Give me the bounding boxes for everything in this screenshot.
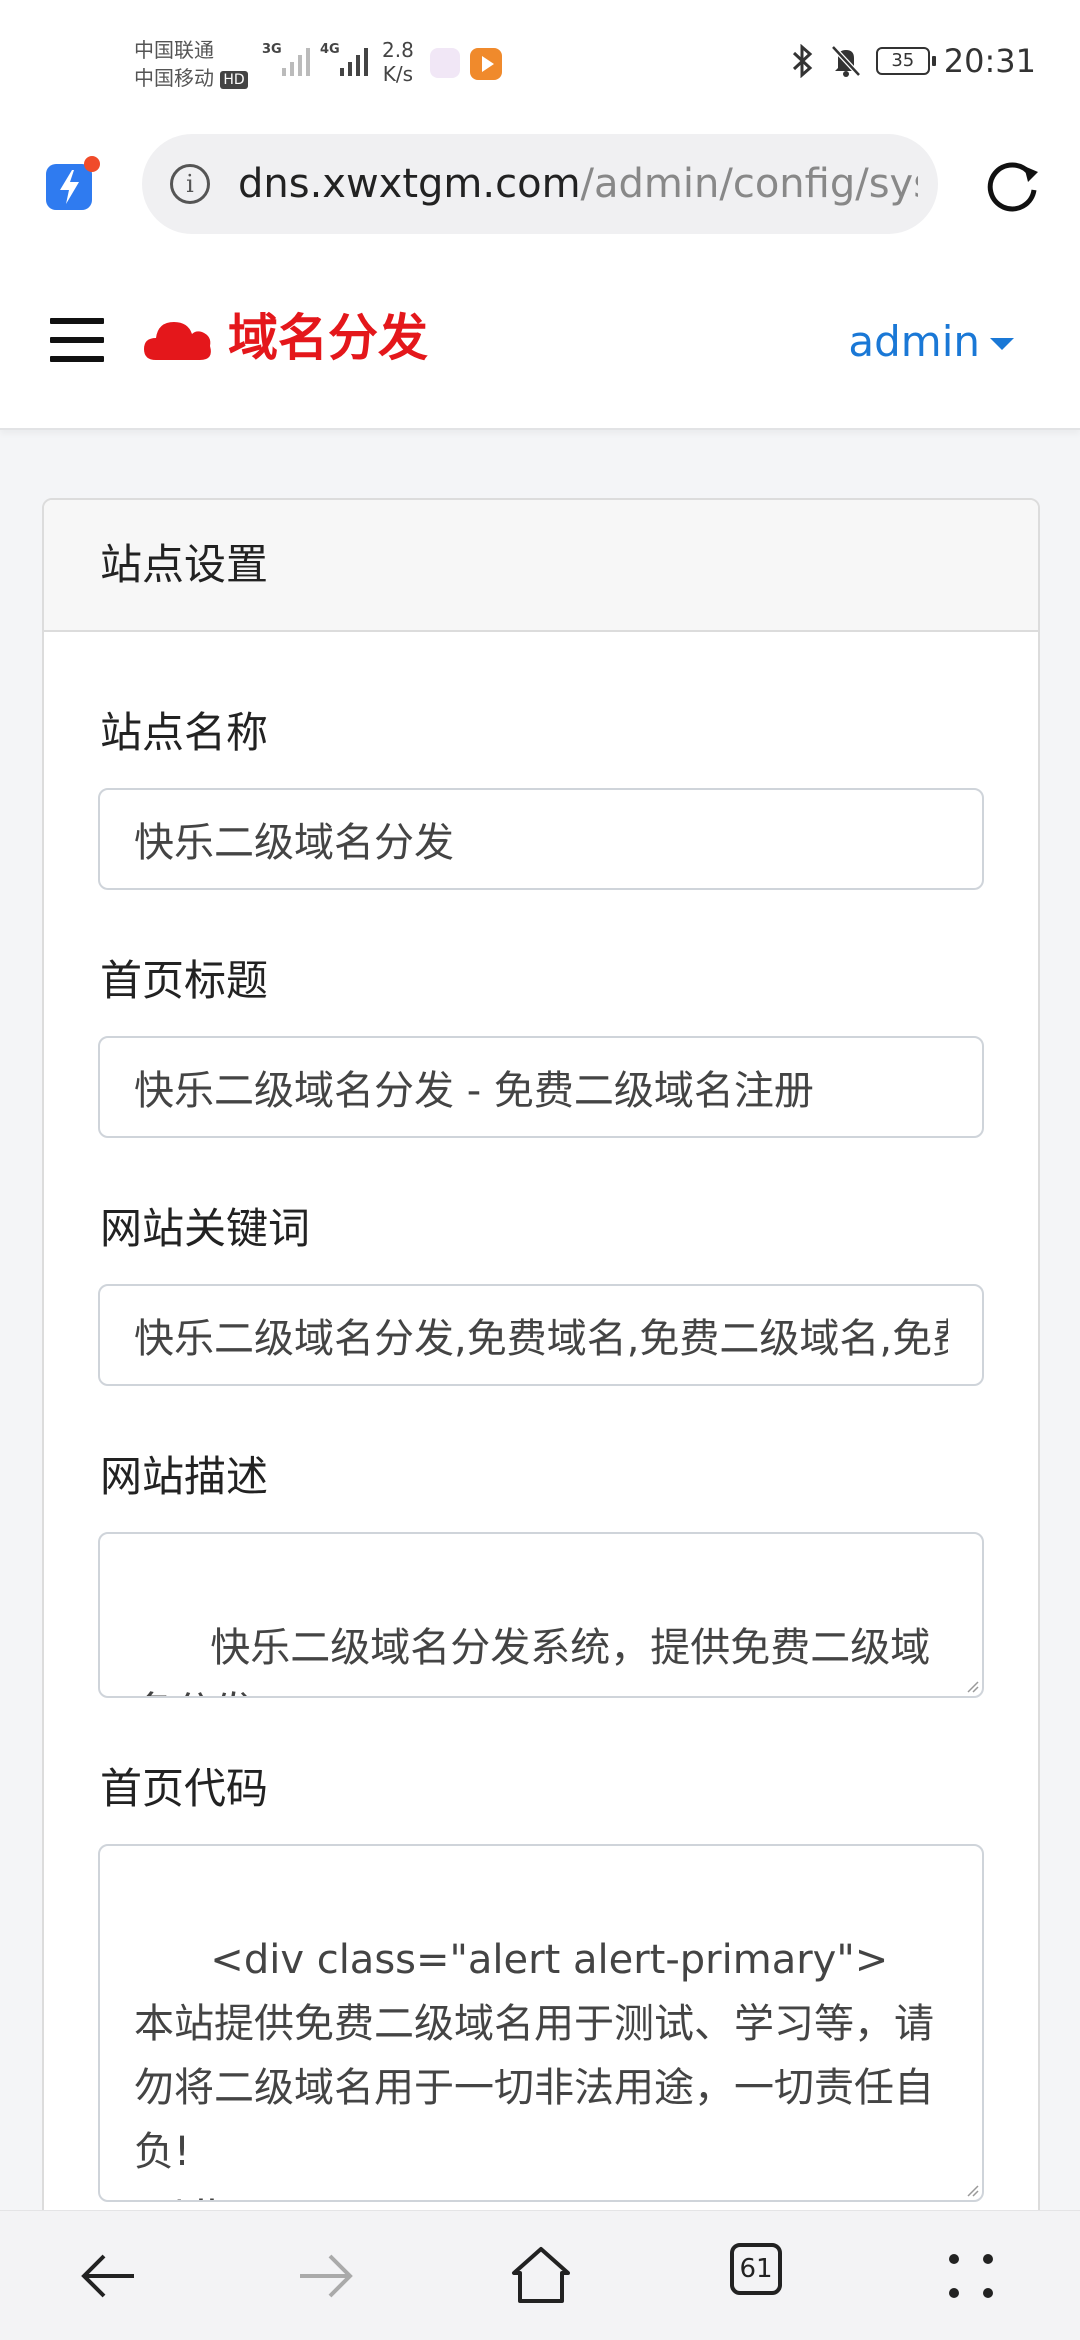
signal-bars-icon [282,48,310,76]
browser-app-icon[interactable] [44,156,100,212]
home-code-label: 首页代码 [100,1764,269,1813]
browser-toolbar: i dns.xwxtgm.com/admin/config/sys [0,128,1080,250]
card-header: 站点设置 [44,500,1038,632]
home-code-text: <div class="alert alert-primary"> 本站提供免费… [134,1937,934,2200]
signal-bars-icon [340,48,368,76]
resize-grip-icon[interactable] [966,2184,980,2198]
net-label-3g: 3G [262,42,282,57]
carrier-2-row: 中国移动 HD [134,64,248,92]
user-name: admin [848,317,980,366]
status-right: 35 20:31 [790,42,1036,80]
url-text[interactable]: dns.xwxtgm.com/admin/config/sys [238,158,918,210]
menu-toggle-icon[interactable] [50,318,104,362]
home-code-textarea[interactable]: <div class="alert alert-primary"> 本站提供免费… [98,1844,984,2202]
browser-bottom-nav: 61 [0,2210,1080,2340]
keywords-input[interactable] [98,1284,984,1386]
forward-arrow-icon[interactable] [290,2241,360,2311]
user-menu[interactable]: admin [848,316,980,368]
carrier-1: 中国联通 [134,38,214,62]
carrier-info: 中国联通 中国移动 HD [134,36,248,92]
home-icon[interactable] [506,2241,576,2311]
back-arrow-icon[interactable] [74,2241,144,2311]
url-path: /admin/config/sys [580,161,918,207]
brand-title[interactable]: 域名分发 [228,308,428,368]
speed-unit: K/s [382,62,414,86]
home-title-label: 首页标题 [100,956,269,1005]
info-icon[interactable]: i [170,164,210,204]
resize-grip-icon[interactable] [966,1680,980,1694]
more-menu-icon[interactable] [936,2241,1006,2311]
description-label: 网站描述 [100,1452,269,1501]
hd-badge: HD [220,70,248,89]
net-label-4g: 4G [320,42,340,57]
site-name-input[interactable] [98,788,984,890]
reload-icon[interactable] [980,154,1044,218]
home-title-input[interactable] [98,1036,984,1138]
screen: 中国联通 中国移动 HD 3G 4G 2.8 K/s 35 20:31 i dn… [0,0,1080,2340]
app-navbar: 域名分发 admin [0,250,1080,430]
description-textarea[interactable]: 快乐二级域名分发系统，提供免费二级域名分发 [98,1532,984,1698]
speed-value: 2.8 [382,38,414,62]
mute-bell-icon [830,45,861,77]
site-settings-card: 站点设置 站点名称 首页标题 网站关键词 网站描述 快乐二级域名分发系统，提供免… [42,498,1040,2340]
carrier-2: 中国移动 [134,66,214,90]
description-text: 快乐二级域名分发系统，提供免费二级域名分发 [134,1625,931,1696]
app-notification-icon [430,48,460,78]
clock: 20:31 [943,42,1036,80]
cloud-icon [144,322,211,360]
battery-icon: 35 [875,47,936,75]
address-bar[interactable]: i dns.xwxtgm.com/admin/config/sys [142,134,938,234]
video-app-icon [470,48,502,80]
status-bar: 中国联通 中国移动 HD 3G 4G 2.8 K/s 35 20:31 [0,0,1080,128]
tabs-count-icon[interactable]: 61 [730,2243,782,2295]
site-name-label: 站点名称 [100,708,269,757]
url-host: dns.xwxtgm.com [238,161,581,207]
net-speed: 2.8 K/s [382,38,414,86]
keywords-label: 网站关键词 [100,1204,311,1253]
chevron-down-icon[interactable] [990,338,1014,350]
card-title: 站点设置 [100,540,269,589]
bluetooth-icon [792,44,813,78]
